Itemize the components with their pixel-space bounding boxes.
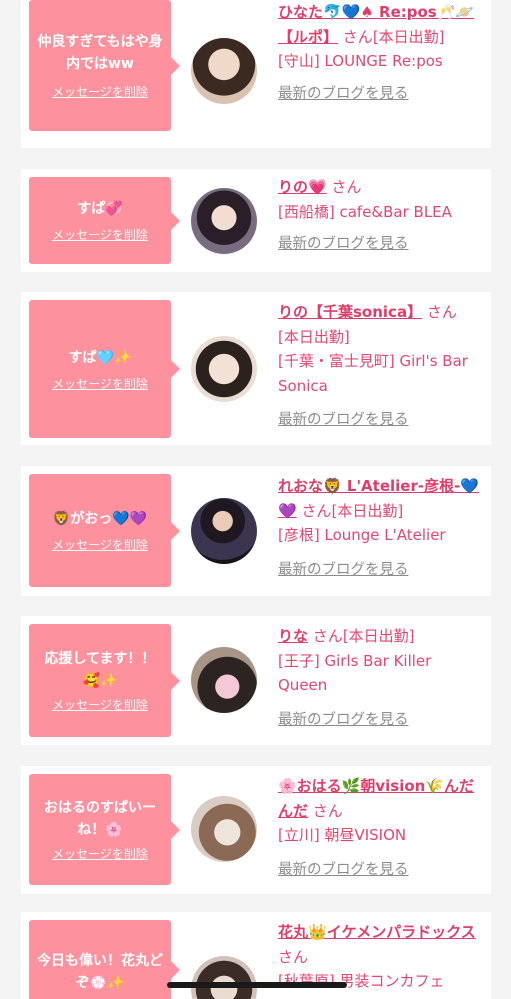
message-bubble: 応援してます！！🥰✨ メッセージを削除 xyxy=(29,624,180,737)
message-bubble: 🦁がおっ💙💜 メッセージを削除 xyxy=(29,474,180,587)
avatar[interactable] xyxy=(191,796,257,862)
home-indicator[interactable] xyxy=(167,982,347,988)
shop-info: [立川] 朝昼VISION xyxy=(278,826,407,844)
message-card: 仲良すぎてもはや身内ではww メッセージを削除 ひなた🐬💙♠ Re:pos🥂🪐【… xyxy=(21,0,491,148)
honorific: さん xyxy=(426,303,457,321)
cast-name-link[interactable]: 🌸おはる🌿朝vision🌾んだんだ xyxy=(278,777,474,820)
message-bubble: 今日も偉い！花丸どぞ💮✨ xyxy=(29,920,180,999)
latest-blog-link[interactable]: 最新のブログを見る xyxy=(278,558,483,583)
message-text: すぱ🩵✨ xyxy=(68,349,132,366)
latest-blog-link[interactable]: 最新のブログを見る xyxy=(278,82,483,107)
work-status: [本日出勤] xyxy=(342,627,415,645)
delete-message-link[interactable]: メッセージを削除 xyxy=(52,696,148,713)
message-card: おはるのすぱいーね！🌸 メッセージを削除 🌸おはる🌿朝vision🌾んだんだ さ… xyxy=(21,766,491,894)
message-bubble: すぱ🩵✨ メッセージを削除 xyxy=(29,300,180,438)
message-text: 🦁がおっ💙💜 xyxy=(52,511,148,527)
latest-blog-link[interactable]: 最新のブログを見る xyxy=(278,408,483,433)
message-bubble: おはるのすぱいーね！🌸 メッセージを削除 xyxy=(29,774,180,885)
honorific: さん xyxy=(342,27,373,46)
delete-message-link[interactable]: メッセージを削除 xyxy=(52,845,148,862)
message-text: 仲良すぎてもはや身内ではww xyxy=(37,34,163,72)
cast-name-link[interactable]: りの【千葉sonica】 xyxy=(278,303,422,321)
message-bubble: 仲良すぎてもはや身内ではww メッセージを削除 xyxy=(29,0,180,131)
cast-name-link[interactable]: 花丸👑イケメンパラドックス xyxy=(278,923,476,941)
shop-info: [守山] LOUNGE Re:pos xyxy=(278,52,443,70)
avatar[interactable] xyxy=(191,188,257,254)
delete-message-link[interactable]: メッセージを削除 xyxy=(52,375,148,392)
honorific: さん xyxy=(301,501,332,520)
latest-blog-link[interactable]: 最新のブログを見る xyxy=(278,708,483,733)
cast-name-link[interactable]: りの💗 xyxy=(278,178,327,196)
work-status: [本日出勤] xyxy=(278,327,350,346)
message-text: 応援してます！！🥰✨ xyxy=(44,651,156,689)
avatar[interactable] xyxy=(191,498,257,564)
shop-info: [王子] Girls Bar Killer Queen xyxy=(278,651,432,695)
avatar[interactable] xyxy=(191,38,257,104)
message-card: 応援してます！！🥰✨ メッセージを削除 りな さん[本日出勤] [王子] Gir… xyxy=(21,616,491,745)
message-card: すぱ💞 メッセージを削除 りの💗 さん [西船橋] cafe&Bar BLEA … xyxy=(21,169,491,272)
shop-info: [千葉・富士見町] Girl's Bar Sonica xyxy=(278,352,468,395)
latest-blog-link[interactable]: 最新のブログを見る xyxy=(278,232,483,257)
honorific: さん xyxy=(331,178,362,196)
message-card: すぱ🩵✨ メッセージを削除 りの【千葉sonica】 さん [本日出勤] [千葉… xyxy=(21,292,491,445)
latest-blog-link[interactable]: 最新のブログを見る xyxy=(278,858,483,883)
message-card: 🦁がおっ💙💜 メッセージを削除 れおな🦁 L'Atelier-彦根-💙💜 さん[… xyxy=(21,466,491,596)
work-status: [本日出勤] xyxy=(372,27,445,46)
cast-name-link[interactable]: りな xyxy=(278,627,308,645)
honorific: さん xyxy=(312,801,343,820)
work-status: [本日出勤] xyxy=(331,501,404,520)
avatar[interactable] xyxy=(191,647,257,713)
honorific: さん xyxy=(278,947,309,966)
shop-info: [彦根] Lounge L'Atelier xyxy=(278,526,446,544)
delete-message-link[interactable]: メッセージを削除 xyxy=(52,536,148,553)
message-bubble: すぱ💞 メッセージを削除 xyxy=(29,177,180,264)
message-text: すぱ💞 xyxy=(77,201,123,217)
avatar[interactable] xyxy=(191,336,257,402)
message-text: おはるのすぱいーね！🌸 xyxy=(44,800,156,838)
shop-info: [西船橋] cafe&Bar BLEA xyxy=(278,202,452,221)
avatar[interactable] xyxy=(191,956,257,999)
delete-message-link[interactable]: メッセージを削除 xyxy=(52,226,148,243)
delete-message-link[interactable]: メッセージを削除 xyxy=(52,83,148,100)
honorific: さん xyxy=(312,627,343,645)
message-text: 今日も偉い！花丸どぞ💮✨ xyxy=(37,953,163,991)
